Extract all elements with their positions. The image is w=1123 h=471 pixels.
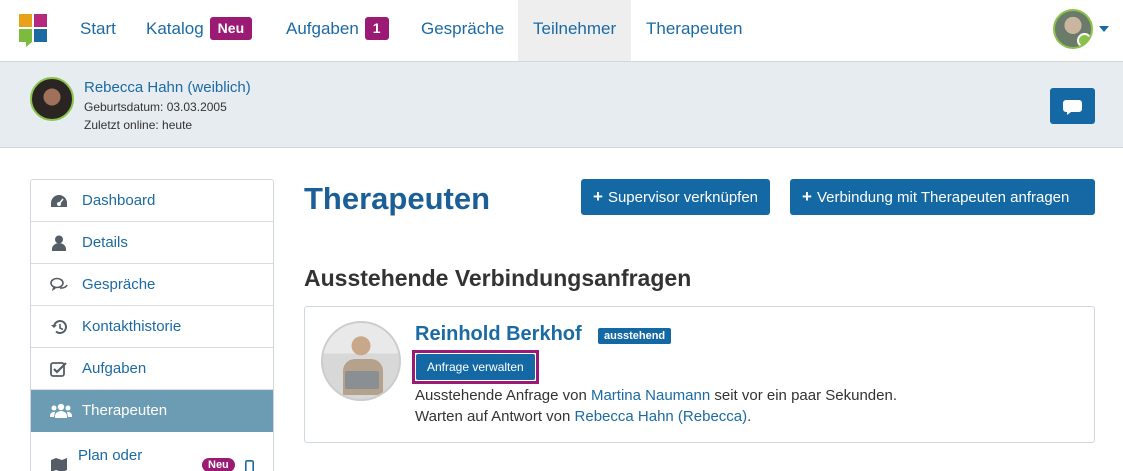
- sidebar-item-label: Kontakthistorie: [82, 318, 182, 335]
- chat-button[interactable]: [1050, 88, 1095, 124]
- sidebar-item-dashboard[interactable]: Dashboard: [31, 180, 273, 222]
- therapist-photo: [321, 321, 401, 401]
- manage-request-button[interactable]: Anfrage verwalten: [416, 354, 535, 380]
- request-therapist-connection-button[interactable]: + Verbindung mit Therapeuten anfragen: [790, 179, 1095, 215]
- request-info-text: Ausstehende Anfrage von: [415, 387, 591, 404]
- requester-link[interactable]: Martina Naumann: [591, 387, 710, 404]
- patient-link[interactable]: Rebecca Hahn (Rebecca): [575, 408, 748, 425]
- nav-label: Start: [80, 19, 116, 38]
- sidebar-item-plan[interactable]: Plan oder Neu: [31, 432, 273, 471]
- patient-birthdate: Geburtsdatum: 03.03.2005: [84, 100, 227, 114]
- mobile-icon: [245, 460, 254, 471]
- count-badge: 1: [364, 17, 389, 40]
- sidebar: Dashboard Details Gespräche Kontakthisto…: [30, 179, 274, 471]
- nav-gespraeche[interactable]: Gespräche: [406, 0, 519, 61]
- button-label: Supervisor verknüpfen: [607, 189, 759, 206]
- sidebar-item-therapeuten[interactable]: Therapeuten: [31, 390, 273, 432]
- nav-label: Aufgaben: [286, 19, 359, 38]
- nav-label: Gespräche: [421, 19, 505, 38]
- new-badge: Neu: [202, 458, 235, 471]
- awaiting-reply-line: Warten auf Antwort von Rebecca Hahn (Reb…: [415, 408, 751, 425]
- button-label: Verbindung mit Therapeuten anfragen: [816, 189, 1070, 206]
- sidebar-item-label: Plan oder: [78, 447, 143, 464]
- plus-icon: +: [593, 187, 603, 206]
- plus-icon: +: [802, 187, 812, 206]
- nav-katalog[interactable]: Katalog Neu: [131, 0, 267, 61]
- patient-name-link[interactable]: Rebecca Hahn (weiblich): [84, 79, 251, 96]
- awaiting-reply-text: .: [747, 408, 752, 425]
- nav-teilnehmer[interactable]: Teilnehmer: [518, 0, 632, 61]
- app-logo[interactable]: [18, 13, 48, 47]
- sidebar-item-label: Therapeuten: [82, 402, 168, 419]
- status-badge: ausstehend: [598, 328, 672, 344]
- new-badge: Neu: [209, 17, 253, 40]
- dashboard-icon: [51, 195, 67, 207]
- sidebar-item-label: Gespräche: [82, 276, 156, 293]
- therapist-name-link[interactable]: Reinhold Berkhof: [415, 323, 582, 346]
- link-supervisor-button[interactable]: + Supervisor verknüpfen: [581, 179, 771, 215]
- sidebar-item-gespraeche[interactable]: Gespräche: [31, 264, 273, 306]
- manage-request-highlight: Anfrage verwalten: [412, 350, 539, 384]
- nav-start[interactable]: Start: [65, 0, 131, 61]
- patient-last-online: Zuletzt online: heute: [84, 118, 193, 132]
- sidebar-item-label: Aufgaben: [82, 360, 147, 377]
- user-icon: [52, 235, 66, 251]
- nav-label: Teilnehmer: [533, 19, 617, 38]
- chevron-down-icon[interactable]: [1099, 26, 1109, 32]
- history-icon: [51, 320, 67, 335]
- nav-label: Therapeuten: [646, 19, 743, 38]
- sidebar-item-details[interactable]: Details: [31, 222, 273, 264]
- map-icon: [51, 458, 67, 471]
- sidebar-item-label: Details: [82, 234, 128, 251]
- online-indicator-icon: [1077, 33, 1091, 47]
- nav-label: Katalog: [146, 19, 204, 38]
- sidebar-item-label: Dashboard: [82, 192, 156, 209]
- comments-icon: [50, 277, 68, 291]
- comment-icon: [1063, 100, 1082, 115]
- sidebar-item-kontakthistorie[interactable]: Kontakthistorie: [31, 306, 273, 348]
- request-info-text: seit vor ein paar Sekunden.: [710, 387, 897, 404]
- patient-avatar: [30, 77, 74, 121]
- sidebar-item-aufgaben[interactable]: Aufgaben: [31, 348, 273, 390]
- nav-aufgaben[interactable]: Aufgaben 1: [271, 0, 404, 61]
- request-info-line: Ausstehende Anfrage von Martina Naumann …: [415, 387, 897, 404]
- awaiting-reply-text: Warten auf Antwort von: [415, 408, 575, 425]
- nav-therapeuten[interactable]: Therapeuten: [631, 0, 757, 61]
- group-icon: [50, 403, 72, 418]
- patient-header: Rebecca Hahn (weiblich) Geburtsdatum: 03…: [0, 62, 1123, 148]
- checkbox-icon: [50, 362, 67, 377]
- top-navigation: Start Katalog Neu Aufgaben 1 Gespräche Tei…: [0, 0, 1123, 62]
- user-avatar[interactable]: [1053, 9, 1093, 49]
- pending-request-card: Reinhold Berkhof ausstehend Anfrage verw…: [304, 306, 1095, 443]
- section-title: Ausstehende Verbindungsanfragen: [304, 265, 692, 291]
- page-title: Therapeuten: [304, 181, 491, 216]
